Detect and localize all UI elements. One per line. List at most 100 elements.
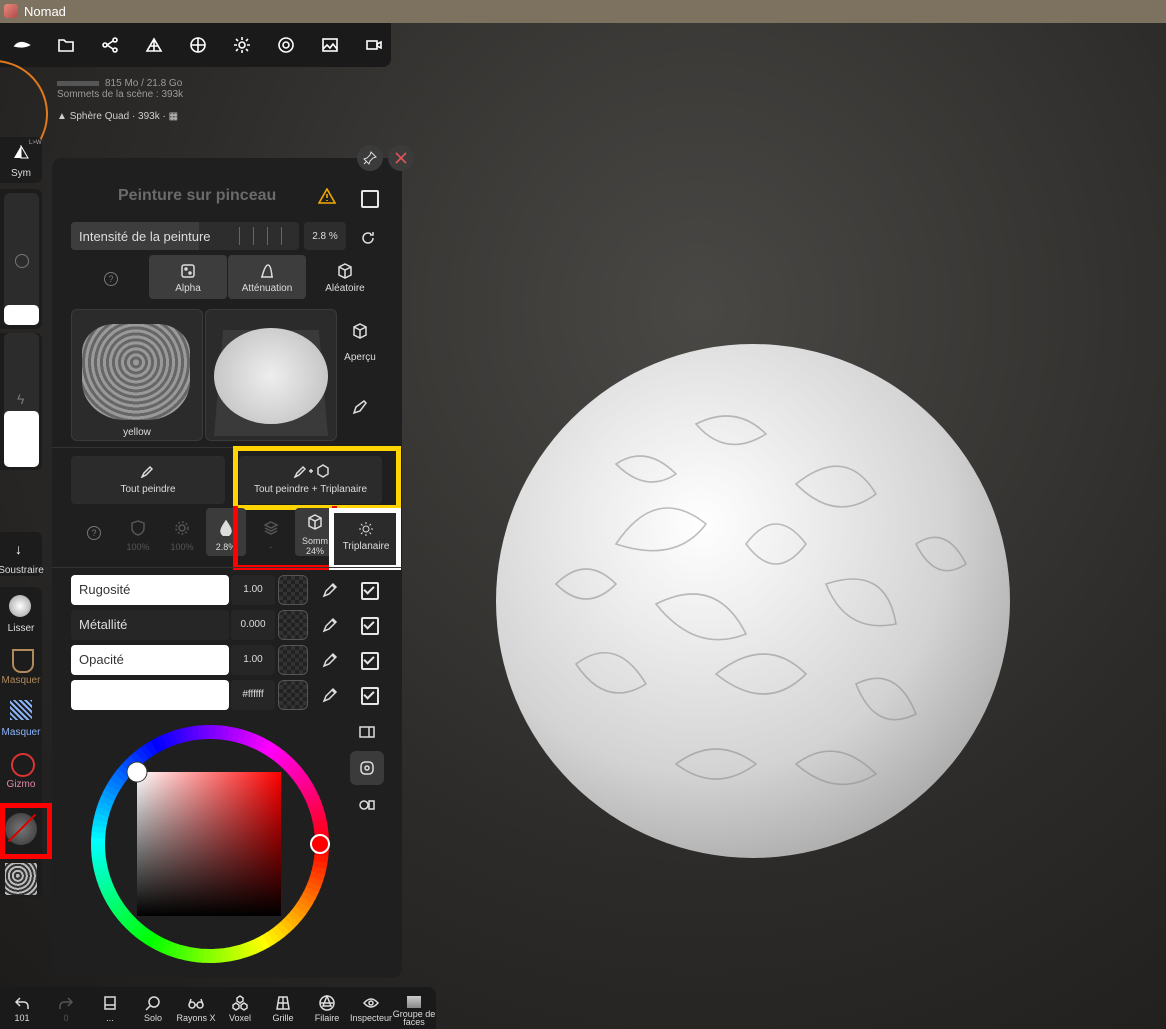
property-texture-slot[interactable]	[278, 610, 308, 640]
property-texture-slot[interactable]	[278, 575, 308, 605]
sv-handle[interactable]	[126, 761, 148, 783]
property-enable-checkbox[interactable]	[361, 652, 379, 670]
voxel-button[interactable]: Voxel	[218, 987, 262, 1029]
triplanar-button[interactable]: Triplanaire	[329, 508, 401, 570]
hue-handle[interactable]	[310, 834, 330, 854]
background-icon[interactable]	[308, 23, 352, 67]
gizmo-icon[interactable]	[11, 753, 35, 777]
voxel-label: Voxel	[228, 1013, 252, 1023]
render-icon[interactable]	[264, 23, 308, 67]
hue-segment	[291, 769, 307, 784]
color-picker-icon[interactable]	[321, 651, 339, 669]
pin-button[interactable]	[357, 145, 383, 171]
folder-icon[interactable]	[44, 23, 88, 67]
camera-icon[interactable]	[352, 23, 396, 67]
hue-segment	[94, 870, 111, 881]
gizmo-label: Gizmo	[6, 779, 36, 790]
hue-segment	[271, 747, 286, 764]
split-panel-icon[interactable]	[357, 724, 377, 740]
radius-slider[interactable]	[0, 189, 42, 329]
property-value[interactable]: #ffffff	[231, 680, 275, 710]
color-picker-icon[interactable]	[321, 581, 339, 599]
alpha-texture-icon[interactable]	[5, 863, 37, 895]
light-icon[interactable]	[220, 23, 264, 67]
pill-toggle-icon[interactable]	[357, 797, 377, 813]
panel-enable-checkbox[interactable]	[361, 190, 379, 208]
property-enable-checkbox[interactable]	[361, 617, 379, 635]
mesh-name[interactable]: ▲ Sphère Quad · 393k · ▦	[57, 111, 178, 122]
solo-button[interactable]: Solo	[131, 987, 175, 1029]
scene-graph-icon[interactable]	[88, 23, 132, 67]
color-picker-icon[interactable]	[321, 616, 339, 634]
paint-intensity-value[interactable]: 2.8 %	[304, 222, 346, 250]
alpha-thumbnail[interactable]: yellow	[71, 309, 203, 441]
color-wheel[interactable]	[88, 722, 332, 966]
color-picker-icon[interactable]	[321, 686, 339, 704]
mini-shield[interactable]: 100%	[118, 508, 158, 556]
hue-segment	[307, 876, 324, 888]
wireframe-label: Filaire	[314, 1013, 340, 1023]
property-value[interactable]: 1.00	[231, 645, 275, 675]
eye-icon	[363, 998, 379, 1008]
reset-icon[interactable]	[360, 230, 376, 246]
falloff-preview[interactable]	[205, 309, 337, 441]
viewport-sphere[interactable]	[496, 344, 1010, 858]
help-icon[interactable]: ?	[87, 526, 101, 540]
target-toggle-icon[interactable]	[350, 751, 384, 785]
sym-button[interactable]: L>W Sym	[0, 137, 42, 183]
property-texture-slot[interactable]	[278, 645, 308, 675]
intensity-slider[interactable]: ϟ	[0, 333, 42, 470]
property-name[interactable]: Opacité	[71, 645, 229, 675]
face-group-button[interactable]: Groupe de faces	[392, 987, 436, 1029]
mask-brush-icon[interactable]	[12, 649, 34, 673]
property-enable-checkbox[interactable]	[361, 687, 379, 705]
mesh-icon[interactable]	[132, 23, 176, 67]
radius-track[interactable]	[4, 193, 39, 325]
property-name[interactable]	[71, 680, 229, 710]
hue-segment	[106, 895, 122, 909]
hue-segment	[284, 759, 300, 775]
hue-segment	[103, 783, 120, 797]
inspector-button[interactable]: Inspecteur	[349, 987, 393, 1029]
redo-button[interactable]: 0	[44, 987, 88, 1029]
soustraire-button[interactable]: ↓ Soustraire	[0, 532, 44, 576]
smooth-icon[interactable]	[9, 595, 31, 617]
mini-gear[interactable]: 100%	[162, 508, 202, 556]
intensity-fill	[4, 411, 39, 467]
undo-button[interactable]: 101	[0, 987, 44, 1029]
preview-cube-icon[interactable]	[351, 322, 369, 340]
menu-button[interactable]: ...	[88, 987, 132, 1029]
apercu-label: Aperçu	[344, 352, 376, 363]
radius-icon	[15, 254, 29, 268]
property-name[interactable]: Métallité	[71, 610, 229, 640]
material-icon[interactable]	[176, 23, 220, 67]
xray-button[interactable]: Rayons X	[174, 987, 218, 1029]
mask-select-icon[interactable]	[10, 700, 32, 720]
hue-segment	[267, 744, 281, 760]
help-icon[interactable]: ?	[104, 272, 118, 286]
property-value[interactable]: 0.000	[231, 610, 275, 640]
close-button[interactable]	[388, 145, 414, 171]
pencil-icon[interactable]	[351, 398, 369, 416]
tab-alpha[interactable]: Alpha	[149, 255, 227, 299]
paint-all-button[interactable]: Tout peindre	[71, 456, 225, 504]
property-value[interactable]: 1.00	[231, 575, 275, 605]
hue-segment	[113, 904, 129, 919]
property-texture-slot[interactable]	[278, 680, 308, 710]
hue-segment	[130, 750, 145, 767]
grid-button[interactable]: Grille	[261, 987, 305, 1029]
redo-count: 0	[63, 1013, 69, 1023]
vertices-label: Sommets de la scène :	[57, 89, 159, 100]
intensity-track[interactable]: ϟ	[4, 333, 39, 467]
hue-segment	[109, 900, 126, 914]
paint-intensity-slider[interactable]: Intensité de la peinture	[71, 222, 299, 250]
vertices-value: 393k	[161, 89, 184, 100]
hue-segment	[298, 779, 314, 793]
property-name[interactable]: Rugosité	[71, 575, 229, 605]
tab-aleatoire[interactable]: Aléatoire	[306, 255, 384, 299]
wireframe-button[interactable]: Filaire	[305, 987, 349, 1029]
hue-segment	[95, 806, 111, 817]
tab-attenuation[interactable]: Atténuation	[228, 255, 306, 299]
property-enable-checkbox[interactable]	[361, 582, 379, 600]
hue-segment	[290, 905, 307, 920]
